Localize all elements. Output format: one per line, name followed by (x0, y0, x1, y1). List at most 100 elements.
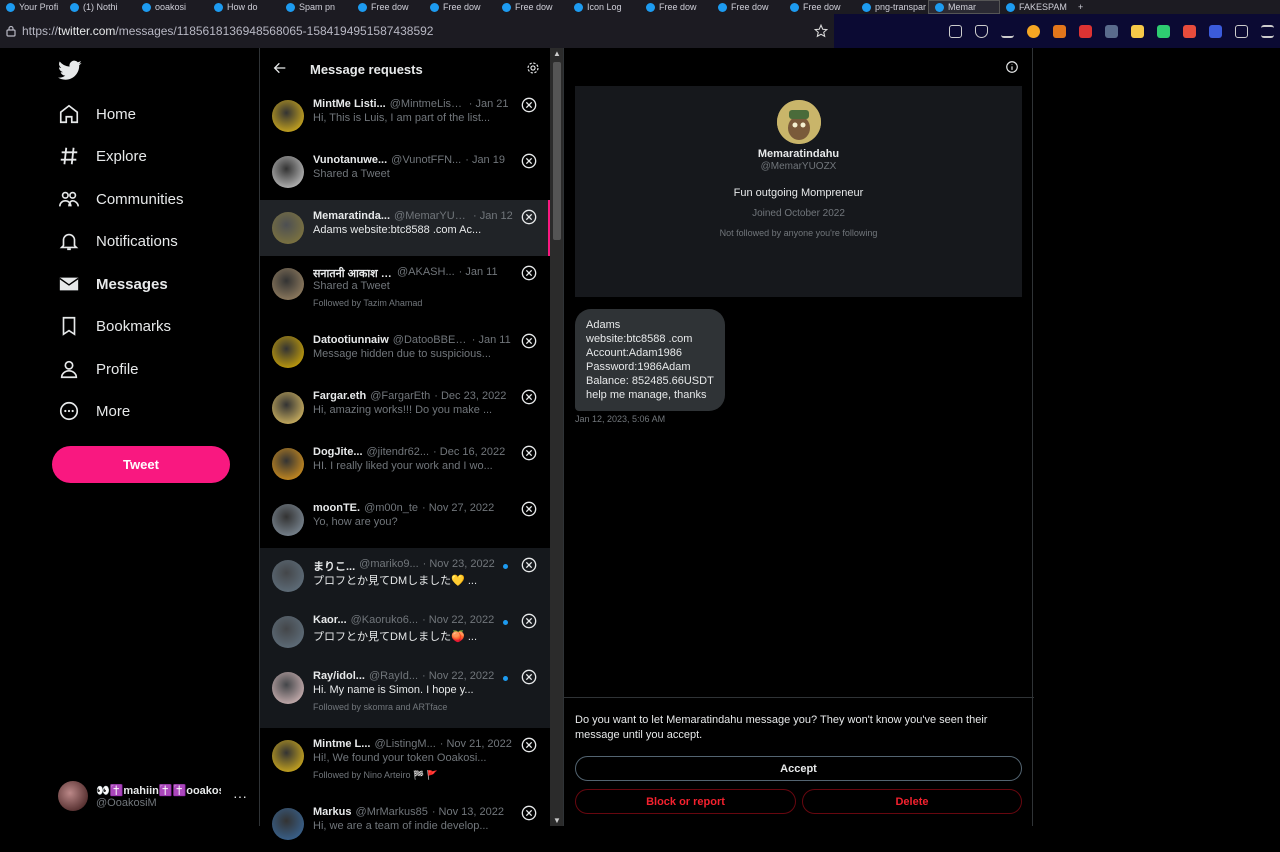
close-icon[interactable] (521, 557, 537, 573)
account-switcher[interactable]: 👀✝️mahiin✝️✝️ooakos... @OoakosiM ··· (58, 781, 248, 811)
tweet-button[interactable]: Tweet (52, 446, 230, 483)
close-icon[interactable] (521, 97, 537, 113)
conversation-panel: Memaratindahu @MemarYUOZX Fun outgoing M… (563, 48, 1034, 826)
close-icon[interactable] (521, 445, 537, 461)
account-more-icon[interactable]: ··· (233, 788, 247, 804)
close-icon[interactable] (521, 153, 537, 169)
avatar (272, 808, 304, 840)
scroll-down-icon[interactable]: ▼ (553, 816, 561, 825)
screenshot-icon[interactable] (949, 24, 962, 38)
close-icon[interactable] (521, 389, 537, 405)
browser-tab-label: FAKESPAM (1019, 2, 1067, 12)
browser-tab[interactable]: Your Profi (0, 0, 64, 14)
bell-icon (59, 233, 79, 251)
accept-button[interactable]: Accept (575, 756, 1022, 781)
browser-tab[interactable]: How do (208, 0, 280, 14)
browser-tab[interactable]: Free dow (496, 0, 568, 14)
nav-messages[interactable]: Messages (58, 271, 168, 297)
wallet-extension-icon[interactable] (1157, 24, 1170, 38)
close-icon[interactable] (521, 333, 537, 349)
message-date: · Nov 22, 2022 (422, 614, 495, 626)
gear-icon[interactable] (526, 61, 540, 75)
list-item[interactable]: MintMe Listi... @MintmeListi... · Jan 21… (260, 88, 550, 144)
nav-home-label: Home (96, 105, 137, 123)
browser-tab-label: Free dow (443, 2, 481, 12)
list-item[interactable]: moonTE. @m00n_te · Nov 27, 2022 Yo, how … (260, 492, 550, 548)
close-icon[interactable] (521, 613, 537, 629)
sender-name: Markus (313, 806, 352, 818)
nav-more[interactable]: More (58, 398, 130, 424)
list-item[interactable]: Memaratinda... @MemarYUO... · Jan 12 Ada… (260, 200, 550, 256)
close-icon[interactable] (521, 669, 537, 685)
profile-card[interactable]: Memaratindahu @MemarYUOZX Fun outgoing M… (575, 86, 1022, 297)
extension-moon-icon[interactable] (1027, 24, 1040, 38)
list-item[interactable]: Kaor... @Kaoruko6... · Nov 22, 2022 プロフと… (260, 604, 550, 660)
browser-tab[interactable]: Free dow (640, 0, 712, 14)
nav-communities-label: Communities (96, 190, 184, 208)
scrollbar[interactable]: ▲ ▼ (550, 48, 564, 826)
url-field[interactable]: https://twitter.com/messages/11856181369… (0, 14, 834, 48)
profile-name: Memaratindahu (757, 148, 840, 160)
list-item[interactable]: DogJite... @jitendr62... · Dec 16, 2022 … (260, 436, 550, 492)
scrollbar-thumb[interactable] (553, 62, 561, 240)
browser-tab[interactable]: (1) Nothi (64, 0, 136, 14)
nav-communities[interactable]: Communities (58, 186, 184, 212)
message-date: · Jan 12 (473, 210, 513, 222)
info-icon[interactable] (1005, 60, 1019, 74)
metamask-fox-icon[interactable] (1053, 24, 1066, 38)
close-icon[interactable] (521, 805, 537, 821)
nav-notifications[interactable]: Notifications (58, 228, 178, 254)
avatar (272, 268, 304, 300)
back-arrow-icon[interactable] (272, 60, 288, 76)
block-or-report-button[interactable]: Block or report (575, 789, 796, 814)
browser-tab[interactable]: FAKESPAM (1000, 0, 1072, 14)
browser-tab[interactable]: Icon Log (568, 0, 640, 14)
list-item[interactable]: Markus @MrMarkus85 · Nov 13, 2022 Hi, we… (260, 796, 550, 852)
chevrons-extension-icon[interactable] (1209, 24, 1222, 38)
browser-tab[interactable]: Free dow (712, 0, 784, 14)
list-item[interactable]: Datootiunnaiw @DatooBBEJU · Jan 11 Messa… (260, 324, 550, 380)
nav-explore[interactable]: Explore (58, 143, 147, 169)
sender-handle: @Kaoruko6... (350, 614, 419, 626)
download-icon[interactable] (1001, 25, 1014, 38)
tag-extension-icon[interactable] (1131, 24, 1144, 38)
sender-handle: @DatooBBEJU (392, 334, 468, 346)
browser-tab[interactable]: Spam pn (280, 0, 352, 14)
scroll-up-icon[interactable]: ▲ (553, 49, 561, 58)
puzzle-red-icon[interactable] (1183, 24, 1196, 38)
browser-tab[interactable]: ooakosi (136, 0, 208, 14)
avatar (272, 672, 304, 704)
close-icon[interactable] (521, 209, 537, 225)
key-icon[interactable] (1079, 24, 1092, 38)
browser-tab[interactable]: Free dow (424, 0, 496, 14)
list-item[interactable]: Mintme L... @ListingM... · Nov 21, 2022 … (260, 728, 550, 796)
close-icon[interactable] (521, 737, 537, 753)
message-bubble[interactable]: Adams website:btc8588 .com Account:Adam1… (575, 309, 725, 411)
sender-handle: @VunotFFN... (391, 154, 462, 166)
delete-button[interactable]: Delete (802, 789, 1022, 814)
browser-tab[interactable]: Free dow (352, 0, 424, 14)
message-preview: Yo, how are you? (313, 516, 398, 528)
profile-followed-by: Not followed by anyone you're following (719, 228, 878, 238)
close-icon[interactable] (521, 265, 537, 281)
shield-extension-icon[interactable] (1105, 24, 1118, 38)
bookmark-star-icon[interactable] (814, 24, 828, 38)
close-icon[interactable] (521, 501, 537, 517)
hamburger-menu-icon[interactable] (1261, 24, 1274, 38)
list-item[interactable]: सनातनी आकाश गु... @AKASH... · Jan 11 Sha… (260, 256, 550, 324)
nav-profile[interactable]: Profile (58, 356, 139, 382)
browser-tab[interactable]: Free dow (784, 0, 856, 14)
sender-handle: @MemarYUO... (394, 210, 470, 222)
list-item[interactable]: まりこ... @mariko9... · Nov 23, 2022 プロフとか見… (260, 548, 550, 604)
list-item[interactable]: Ray/idol... @RayId... · Nov 22, 2022 Hi.… (260, 660, 550, 728)
nav-home[interactable]: Home (58, 101, 136, 127)
list-item[interactable]: Vunotanuwe... @VunotFFN... · Jan 19 Shar… (260, 144, 550, 200)
new-tab-button[interactable]: + (1072, 0, 1089, 14)
list-item[interactable]: Fargar.eth @FargarEth · Dec 23, 2022 Hi,… (260, 380, 550, 436)
twitter-bird-icon[interactable] (58, 58, 82, 82)
pocket-icon[interactable] (975, 24, 988, 38)
browser-tab[interactable]: png-transpar (856, 0, 928, 14)
puzzle-icon[interactable] (1235, 24, 1248, 38)
nav-bookmarks[interactable]: Bookmarks (58, 313, 171, 339)
browser-tab[interactable]: Memar (928, 0, 1000, 14)
